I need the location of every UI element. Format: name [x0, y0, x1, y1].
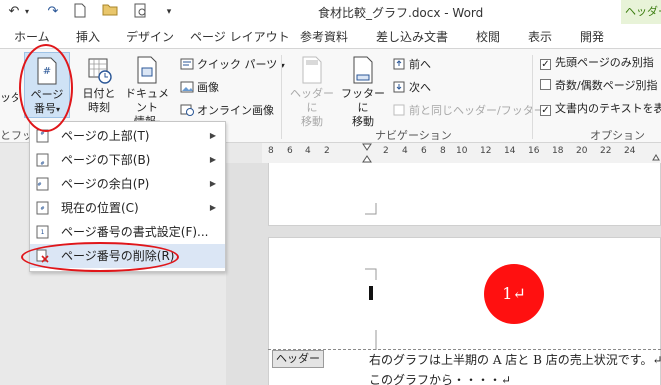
online-picture-icon — [180, 104, 194, 116]
page-margin-icon: # — [36, 177, 49, 191]
header-button[interactable]: ッダー — [0, 91, 18, 105]
checkbox-checked-icon[interactable]: ✓ — [540, 105, 551, 116]
print-preview-icon[interactable] — [132, 3, 150, 21]
redo-icon[interactable]: ↷ — [44, 3, 62, 21]
tab-page-layout[interactable]: ページ レイアウト — [190, 28, 290, 45]
header-boundary — [268, 349, 661, 350]
ruler-tick: 2 — [324, 146, 330, 156]
previous-button[interactable]: 前へ — [392, 57, 431, 73]
open-folder-icon[interactable] — [100, 3, 120, 21]
indent-marker-icon[interactable] — [362, 143, 372, 163]
link-icon — [393, 104, 405, 116]
options-group-label: オプション — [590, 129, 645, 142]
ruler-tick: 22 — [600, 146, 612, 156]
date-time-button[interactable]: 日付と 時刻 — [78, 56, 120, 115]
margin-mark-icon — [375, 330, 377, 350]
ruler-tick: 2 — [383, 146, 389, 156]
tab-design[interactable]: デザイン — [126, 28, 174, 45]
page-bottom-icon: # — [36, 153, 49, 167]
calendar-clock-icon — [88, 58, 112, 84]
tab-review[interactable]: 校閲 — [476, 28, 500, 45]
ruler-tick: 8 — [440, 146, 446, 156]
header-tools-tab[interactable]: ヘッダー — [621, 0, 661, 24]
picture-icon — [180, 81, 194, 93]
text-cursor — [369, 286, 373, 300]
ribbon-separator — [532, 55, 533, 139]
tab-view[interactable]: 表示 — [528, 28, 552, 45]
margin-mark-icon — [365, 203, 377, 215]
previous-icon — [393, 58, 405, 70]
body-text-line[interactable]: 右のグラフは上半期の A 店と B 店の売上状況です。↵ — [369, 351, 661, 368]
option-different-first-page[interactable]: ✓ 先頭ページのみ別指 — [540, 55, 654, 71]
next-button[interactable]: 次へ — [392, 80, 431, 96]
svg-text:#: # — [37, 182, 41, 188]
customize-toolbar-icon[interactable]: ▾ — [162, 3, 176, 21]
ruler-tick: 24 — [624, 146, 636, 156]
window-title: 食材比較_グラフ.docx - Word — [318, 6, 484, 20]
ruler-tick: 14 — [504, 146, 516, 156]
ruler-tick: 4 — [305, 146, 311, 156]
ruler-tick: 16 — [528, 146, 540, 156]
annotation-ring-page-number — [19, 44, 73, 132]
quick-parts-button[interactable]: クイック パーツ ▾ — [180, 57, 285, 74]
goto-header-icon — [302, 56, 322, 84]
current-position-icon: # — [36, 201, 49, 215]
tab-home[interactable]: ホーム — [14, 28, 50, 45]
navigation-group-label: ナビゲーション — [375, 129, 452, 142]
annotation-ring-remove — [21, 242, 179, 272]
picture-button[interactable]: 画像 — [180, 80, 219, 96]
step-number-badge: 1↵ — [484, 264, 544, 324]
svg-text:#: # — [40, 206, 44, 212]
tab-developer[interactable]: 開発 — [580, 28, 604, 45]
ruler-tick: 6 — [421, 146, 427, 156]
online-picture-button[interactable]: オンライン画像 — [180, 103, 274, 119]
ruler-tick: 4 — [402, 146, 408, 156]
ribbon-tabs: ホーム 挿入 デザイン ページ レイアウト 参考資料 差し込み文書 校閲 表示 … — [0, 24, 661, 48]
next-icon — [393, 81, 405, 93]
body-text-line[interactable]: このグラフから・・・・↵ — [369, 371, 511, 385]
ruler-tick: 12 — [480, 146, 492, 156]
document-info-icon — [137, 56, 157, 84]
new-document-icon[interactable] — [72, 3, 88, 21]
menu-item-bottom-of-page[interactable]: # ページの下部(B) ▶ — [30, 148, 225, 172]
right-indent-marker-icon[interactable] — [652, 145, 660, 161]
margin-mark-icon — [365, 268, 377, 280]
menu-item-top-of-page[interactable]: # ページの上部(T) ▶ — [30, 124, 225, 148]
checkbox-checked-icon[interactable]: ✓ — [540, 59, 551, 70]
format-page-number-icon: 1 — [36, 225, 49, 239]
tab-references[interactable]: 参考資料 — [300, 28, 348, 45]
ruler-tick: 18 — [552, 146, 564, 156]
option-show-document-text[interactable]: ✓ 文書内のテキストを表 — [540, 101, 661, 117]
checkbox-unchecked-icon[interactable] — [540, 79, 551, 90]
ruler-tick: 10 — [456, 146, 468, 156]
menu-item-format-page-numbers[interactable]: 1 ページ番号の書式設定(F)... — [30, 220, 225, 244]
svg-text:#: # — [40, 161, 44, 167]
header-label-tag: ヘッダー — [272, 350, 324, 368]
tab-mailings[interactable]: 差し込み文書 — [376, 28, 448, 45]
option-odd-even-pages[interactable]: 奇数/偶数ページ別指 — [540, 78, 658, 94]
page-bottom — [268, 163, 661, 226]
document-info-button[interactable]: ドキュメント 情報▾ — [120, 56, 174, 130]
ruler-tick: 20 — [576, 146, 588, 156]
goto-header-button[interactable]: ヘッダーに 移動 — [286, 56, 338, 129]
ruler-tick: 6 — [287, 146, 293, 156]
menu-item-page-margins[interactable]: # ページの余白(P) ▶ — [30, 172, 225, 196]
title-bar: ↶ ▾ ↷ ▾ 食材比較_グラフ.docx - Word ヘッダー — [0, 0, 661, 24]
horizontal-ruler[interactable]: 8 6 4 2 2 4 6 8 10 12 14 16 18 20 22 24 — [262, 143, 661, 163]
link-to-previous-button[interactable]: 前と同じヘッダー/フッター — [392, 103, 545, 119]
menu-item-current-position[interactable]: # 現在の位置(C) ▶ — [30, 196, 225, 220]
svg-text:1: 1 — [41, 229, 45, 236]
undo-dropdown-icon[interactable]: ▾ — [22, 3, 32, 21]
ribbon-separator — [281, 55, 282, 139]
goto-footer-icon — [353, 56, 373, 84]
ruler-tick: 8 — [268, 146, 274, 156]
undo-icon[interactable]: ↶ — [6, 3, 22, 21]
tab-insert[interactable]: 挿入 — [76, 28, 100, 45]
quick-parts-icon — [180, 58, 194, 70]
goto-footer-button[interactable]: フッターに 移動 — [338, 56, 388, 129]
